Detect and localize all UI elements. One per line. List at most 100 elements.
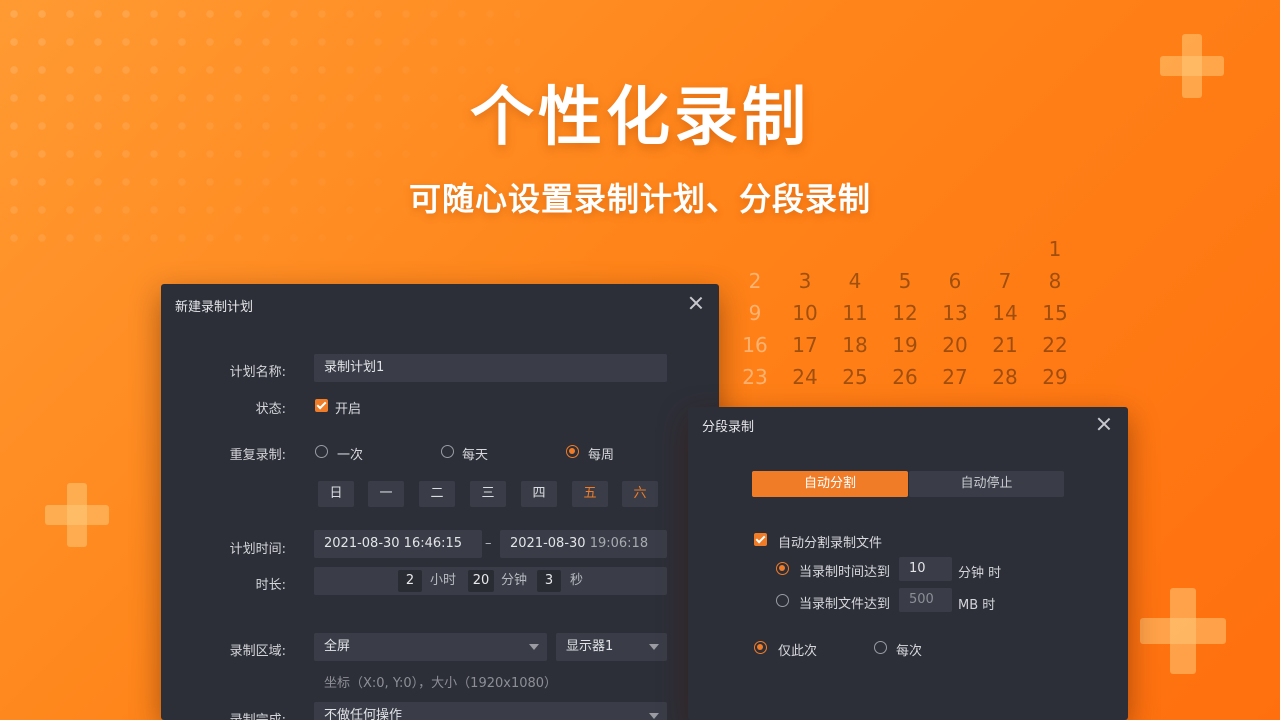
repeat-label: 重复录制: [229,448,286,463]
calendar-cell: 10 [792,301,818,325]
calendar-cell [930,236,980,268]
calendar-cell: 21 [992,333,1018,357]
calendar-cell: 19 [892,333,918,357]
time-range-separator: – [485,536,492,551]
repeat-weekly-label: 每周 [588,448,615,463]
headline: 个性化录制 [470,81,810,155]
status-checkbox[interactable] [315,399,328,412]
weekday-wed-button[interactable]: 三 [470,481,506,507]
calendar-cell [730,236,780,268]
split-by-size-label: 当录制文件达到 [799,597,891,612]
split-size-input[interactable]: 500 [899,588,952,612]
calendar-cell: 20 [942,333,968,357]
split-time-unit: 分钟 时 [958,566,1002,581]
calendar-row: 23 24 25 26 27 28 29 [730,364,1080,396]
calendar-cell: 11 [842,301,868,325]
calendar-cell: 29 [1042,365,1068,389]
calendar-cell: 3 [798,269,812,293]
split-time-input[interactable]: 10 [899,557,952,581]
chevron-down-icon [529,644,539,650]
calendar-cell: 26 [892,365,918,389]
minutes-input[interactable]: 20 [468,570,494,592]
split-by-time-label: 当录制时间达到 [799,565,891,580]
status-label: 状态: [255,402,286,417]
scope-every-time-label: 每次 [896,644,923,659]
area-select-value: 全屏 [324,639,351,654]
weekday-mon-button[interactable]: 一 [368,481,404,507]
close-icon[interactable] [689,296,703,310]
segment-dialog: 分段录制 自动分割 自动停止 自动分割录制文件 当录制时间达到 10 分钟 时 … [688,407,1128,720]
weekday-tue-button[interactable]: 二 [419,481,455,507]
auto-split-checkbox[interactable] [754,533,767,546]
calendar-cell: 16 [742,333,768,357]
plus-decoration-icon [45,483,109,547]
status-option-label: 开启 [335,402,362,417]
calendar-cell: 17 [792,333,818,357]
close-icon[interactable] [1097,417,1111,431]
monitor-select[interactable]: 显示器1 [556,633,667,661]
calendar-cell: 8 [1048,269,1062,293]
repeat-daily-radio[interactable] [441,445,454,458]
duration-field: 2 小时 20 分钟 3 秒 [314,567,667,595]
repeat-once-label: 一次 [337,448,364,463]
scope-this-time-radio[interactable] [754,641,767,654]
scope-this-time-label: 仅此次 [778,644,818,659]
finish-label: 录制完成: [166,709,286,720]
seconds-input[interactable]: 3 [537,570,561,592]
calendar-cell: 22 [1042,333,1068,357]
finish-action-select[interactable]: 不做任何操作 [314,702,667,720]
subline: 可随心设置录制计划、分段录制 [408,180,871,218]
chevron-down-icon [649,713,659,719]
hours-input[interactable]: 2 [398,570,422,592]
calendar-cell: 24 [792,365,818,389]
calendar-cell [880,236,930,268]
calendar-cell: 23 [742,365,768,389]
tab-auto-split[interactable]: 自动分割 [752,471,908,497]
calendar-cell: 18 [842,333,868,357]
plan-time-label: 计划时间: [229,542,286,557]
calendar-cell: 13 [942,301,968,325]
weekday-sun-button[interactable]: 日 [318,481,354,507]
calendar-decoration: 1 2 3 4 5 6 7 8 9 10 11 12 13 14 15 16 1… [730,236,1080,396]
split-by-time-radio[interactable] [776,562,789,575]
calendar-cell [980,236,1030,268]
split-size-unit: MB 时 [958,598,996,613]
split-by-size-radio[interactable] [776,594,789,607]
calendar-cell [780,236,830,268]
hours-unit: 小时 [430,573,457,588]
end-date-text: 2021-08-30 [510,536,586,551]
repeat-once-radio[interactable] [315,445,328,458]
monitor-select-value: 显示器1 [566,639,614,654]
area-select[interactable]: 全屏 [314,633,547,661]
end-time-input[interactable]: 2021-08-30 19:06:18 [500,530,667,558]
seconds-unit: 秒 [570,573,584,588]
calendar-cell: 25 [842,365,868,389]
scope-every-time-radio[interactable] [874,641,887,654]
weekday-fri-button[interactable]: 五 [572,481,608,507]
weekday-thu-button[interactable]: 四 [521,481,557,507]
calendar-row: 9 10 11 12 13 14 15 [730,300,1080,332]
calendar-row: 16 17 18 19 20 21 22 [730,332,1080,364]
calendar-cell: 12 [892,301,918,325]
plan-name-label: 计划名称: [229,365,286,380]
calendar-cell: 6 [948,269,962,293]
calendar-cell: 5 [898,269,912,293]
calendar-cell: 2 [748,269,762,293]
calendar-row: 2 3 4 5 6 7 8 [730,268,1080,300]
calendar-cell: 15 [1042,301,1068,325]
calendar-cell: 28 [992,365,1018,389]
start-time-input[interactable]: 2021-08-30 16:46:15 [314,530,482,558]
calendar-row: 1 [730,236,1080,268]
repeat-weekly-radio[interactable] [566,445,579,458]
calendar-cell: 4 [848,269,862,293]
tab-auto-stop[interactable]: 自动停止 [909,471,1064,497]
plus-decoration-icon [1140,588,1226,674]
chevron-down-icon [649,644,659,650]
weekday-sat-button[interactable]: 六 [622,481,658,507]
calendar-cell [830,236,880,268]
calendar-cell: 9 [748,301,762,325]
calendar-cell: 27 [942,365,968,389]
dialog-title: 新建录制计划 [175,300,254,315]
duration-label: 时长: [255,578,286,593]
plan-name-input[interactable]: 录制计划1 [314,354,667,382]
